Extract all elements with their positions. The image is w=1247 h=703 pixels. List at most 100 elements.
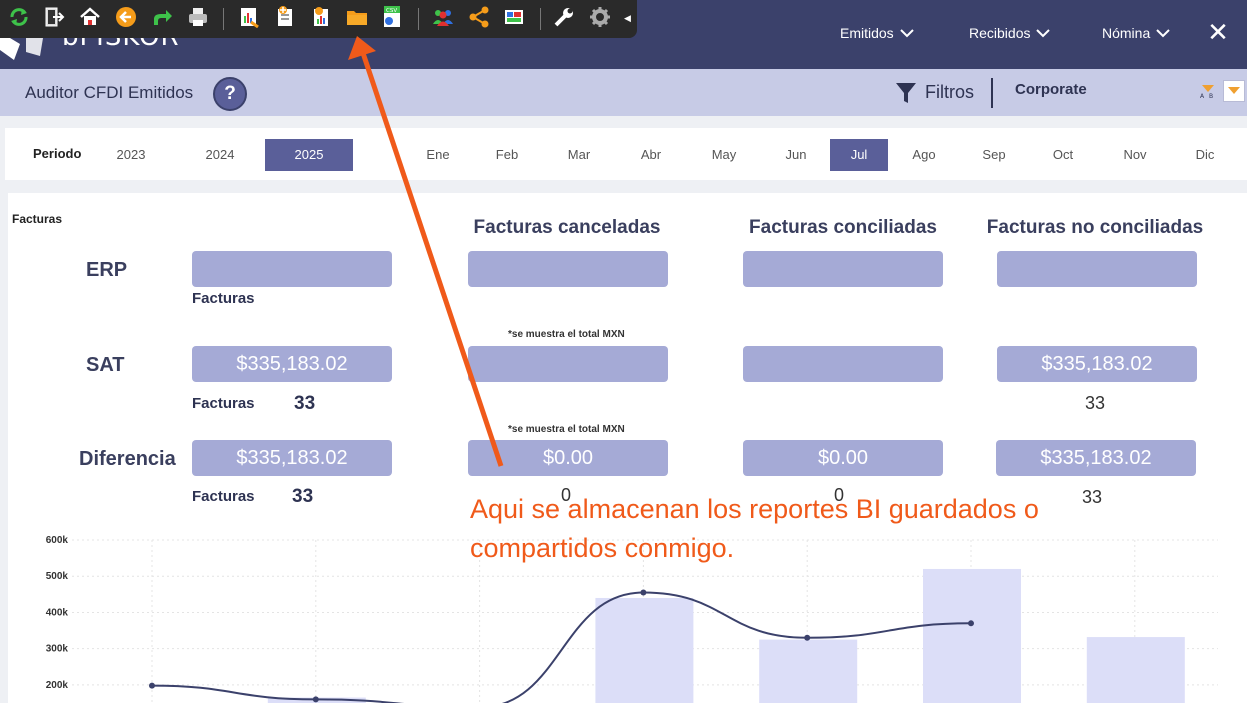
y-tick-label: 300k [46, 644, 69, 655]
back-icon[interactable] [115, 6, 137, 28]
annotation-line-2: compartidos conmigo. [470, 533, 735, 563]
col-head-canceladas: Facturas canceladas [473, 217, 661, 238]
sat-canceladas-box[interactable] [468, 346, 668, 382]
nav-emitidos-label: Emitidos [840, 25, 894, 41]
folder-icon[interactable] [346, 6, 368, 28]
annotation-text: Aqui se almacenan los reportes BI guarda… [470, 490, 1039, 568]
close-icon[interactable]: ✕ [1206, 19, 1230, 45]
exit-icon[interactable] [43, 6, 65, 28]
period-bar: Periodo 2023 2024 2025 Ene Feb Mar Abr M… [5, 128, 1247, 180]
sat-total-box[interactable]: $335,183.02 [192, 346, 392, 382]
erp-conciliadas-box[interactable] [743, 251, 943, 287]
share-nodes-icon[interactable] [468, 6, 490, 28]
line-point [312, 696, 319, 703]
diferencia-no-conciliadas-count: 33 [1082, 487, 1103, 507]
month-jun[interactable]: Jun [766, 139, 826, 171]
sat-conciliadas-box[interactable] [743, 346, 943, 382]
month-ago[interactable]: Ago [894, 139, 954, 171]
report-money-icon[interactable] [310, 6, 332, 28]
users-icon[interactable] [432, 6, 454, 28]
year-2023[interactable]: 2023 [91, 139, 171, 171]
month-oct[interactable]: Oct [1033, 139, 1093, 171]
row-label-diferencia: Diferencia [79, 448, 176, 470]
sat-facturas-label: Facturas [192, 395, 255, 412]
col-head-conciliadas: Facturas conciliadas [749, 217, 937, 238]
toolbar-divider [223, 8, 224, 30]
y-tick-label: 500k [46, 571, 69, 582]
title-bar: Auditor CFDI Emitidos ? Filtros Corporat… [0, 69, 1247, 116]
y-tick-label: 600k [46, 535, 69, 546]
y-tick-label: 200k [46, 680, 69, 691]
month-abr[interactable]: Abr [621, 139, 681, 171]
svg-text:A: A [1200, 93, 1205, 99]
diferencia-facturas-label: Facturas [192, 488, 255, 505]
help-button[interactable]: ? [213, 77, 247, 111]
diferencia-conciliadas-box[interactable]: $0.00 [743, 440, 943, 476]
titlebar-divider [991, 78, 993, 108]
year-2025[interactable]: 2025 [265, 139, 353, 171]
month-jul[interactable]: Jul [830, 139, 888, 171]
col-head-no-conciliadas: Facturas no conciliadas [986, 217, 1204, 238]
row-label-sat: SAT [86, 354, 125, 376]
bar [595, 597, 694, 703]
erp-facturas-label: Facturas [192, 290, 255, 307]
diferencia-canceladas-box[interactable]: $0.00 [468, 440, 668, 476]
month-nov[interactable]: Nov [1105, 139, 1165, 171]
y-tick-label: 400k [46, 607, 69, 618]
nav-nomina[interactable]: Nómina [1102, 25, 1170, 41]
nav-recibidos-label: Recibidos [969, 25, 1031, 41]
nav-emitidos[interactable]: Emitidos [840, 25, 914, 41]
erp-no-conciliadas-box[interactable] [997, 251, 1197, 287]
dashboard-icon[interactable] [503, 6, 525, 28]
company-dropdown-button[interactable] [1223, 80, 1245, 102]
nav-recibidos[interactable]: Recibidos [969, 25, 1051, 41]
report-chart-icon[interactable] [238, 6, 260, 28]
svg-text:B: B [1209, 93, 1213, 99]
toolbar-collapse-icon[interactable]: ◀ [624, 13, 631, 24]
diferencia-count: 33 [292, 486, 314, 507]
chevron-down-icon [899, 29, 914, 38]
period-label: Periodo [33, 146, 82, 161]
bar [1086, 637, 1185, 703]
bar [923, 568, 1021, 703]
annotation-line-1: Aqui se almacenan los reportes BI guarda… [470, 494, 1039, 524]
section-label: Facturas [12, 212, 63, 226]
month-may[interactable]: May [694, 139, 754, 171]
company-selector[interactable]: Corporate [1015, 81, 1087, 98]
report-add-icon[interactable] [274, 6, 296, 28]
erp-total-box[interactable] [192, 251, 392, 287]
month-feb[interactable]: Feb [477, 139, 537, 171]
filters-button[interactable]: Filtros [925, 82, 974, 103]
line-point [640, 589, 647, 596]
toolbar-divider [540, 8, 541, 30]
csv-export-icon[interactable]: CSV [381, 6, 403, 28]
line-point [968, 620, 974, 627]
month-mar[interactable]: Mar [549, 139, 609, 171]
year-2024[interactable]: 2024 [180, 139, 260, 171]
sort-icon[interactable]: AB [1200, 83, 1216, 99]
chevron-down-icon [1156, 29, 1170, 38]
home-icon[interactable] [79, 6, 101, 28]
page-title: Auditor CFDI Emitidos [25, 83, 194, 102]
diferencia-no-conciliadas-box[interactable]: $335,183.02 [996, 440, 1196, 476]
print-icon[interactable] [187, 6, 209, 28]
refresh-icon[interactable] [8, 6, 30, 28]
row-label-erp: ERP [86, 259, 128, 281]
gear-icon[interactable] [589, 6, 611, 28]
erp-canceladas-box[interactable] [468, 251, 668, 287]
month-dic[interactable]: Dic [1175, 139, 1235, 171]
month-sep[interactable]: Sep [964, 139, 1024, 171]
sat-count: 33 [294, 393, 316, 414]
line-point [149, 682, 155, 689]
wrench-icon[interactable] [553, 6, 575, 28]
share-icon[interactable] [151, 6, 173, 28]
toolbar-divider [418, 8, 419, 30]
caret-down-icon [1228, 87, 1240, 94]
sat-no-conciliadas-box[interactable]: $335,183.02 [997, 346, 1197, 382]
month-ene[interactable]: Ene [408, 139, 468, 171]
svg-text:CSV: CSV [386, 8, 397, 14]
sat-note: *se muestra el total MXN [508, 329, 625, 340]
filter-icon[interactable] [895, 81, 917, 105]
toolbar: CSV ◀ [0, 0, 637, 38]
diferencia-total-box[interactable]: $335,183.02 [192, 440, 392, 476]
